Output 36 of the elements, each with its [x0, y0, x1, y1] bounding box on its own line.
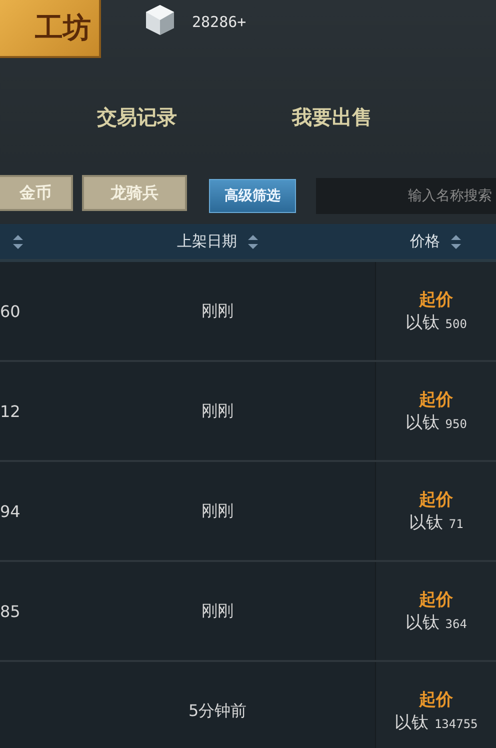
price-currency: 以钛	[405, 412, 440, 434]
table-cell: 60	[0, 302, 20, 320]
title-banner: 工坊	[0, 0, 101, 58]
column-header[interactable]: 上架日期	[177, 232, 237, 251]
table-cell: 85	[0, 602, 20, 620]
sort-icon[interactable]	[12, 234, 24, 250]
search-field[interactable]: 输入名称搜索	[316, 178, 496, 214]
listing-date: 刚刚	[202, 400, 234, 422]
table-cell: 12	[0, 402, 20, 420]
price-amount: 71	[448, 517, 464, 531]
price-amount: 950	[445, 417, 467, 431]
sort-icon[interactable]	[247, 234, 259, 250]
tab[interactable]: 交易记录	[97, 104, 177, 130]
price-label: 起价	[419, 589, 454, 611]
price-amount: 134755	[434, 717, 478, 731]
price-label: 起价	[419, 289, 454, 311]
tab[interactable]: 我要出售	[292, 104, 372, 130]
price-currency: 以钛	[405, 612, 440, 634]
price-label: 起价	[419, 689, 454, 711]
currency-amount: 28286+	[192, 13, 246, 31]
listing-date: 刚刚	[202, 300, 234, 322]
advanced-filter-button[interactable]: 高级筛选	[208, 179, 296, 213]
cube-icon	[143, 3, 177, 37]
price-label: 起价	[419, 489, 454, 511]
price-amount: 364	[445, 617, 467, 631]
listing-date: 刚刚	[202, 600, 234, 622]
listing-date: 5分钟前	[188, 700, 247, 722]
price-amount: 500	[445, 317, 467, 331]
price-currency: 以钛	[408, 512, 443, 534]
sort-icon[interactable]	[450, 234, 462, 250]
price-currency: 以钛	[394, 712, 428, 734]
price-currency: 以钛	[405, 312, 440, 334]
column-header[interactable]: 价格	[410, 232, 440, 251]
table-cell: 94	[0, 502, 20, 520]
listing-date: 刚刚	[202, 500, 234, 522]
price-label: 起价	[419, 389, 454, 411]
